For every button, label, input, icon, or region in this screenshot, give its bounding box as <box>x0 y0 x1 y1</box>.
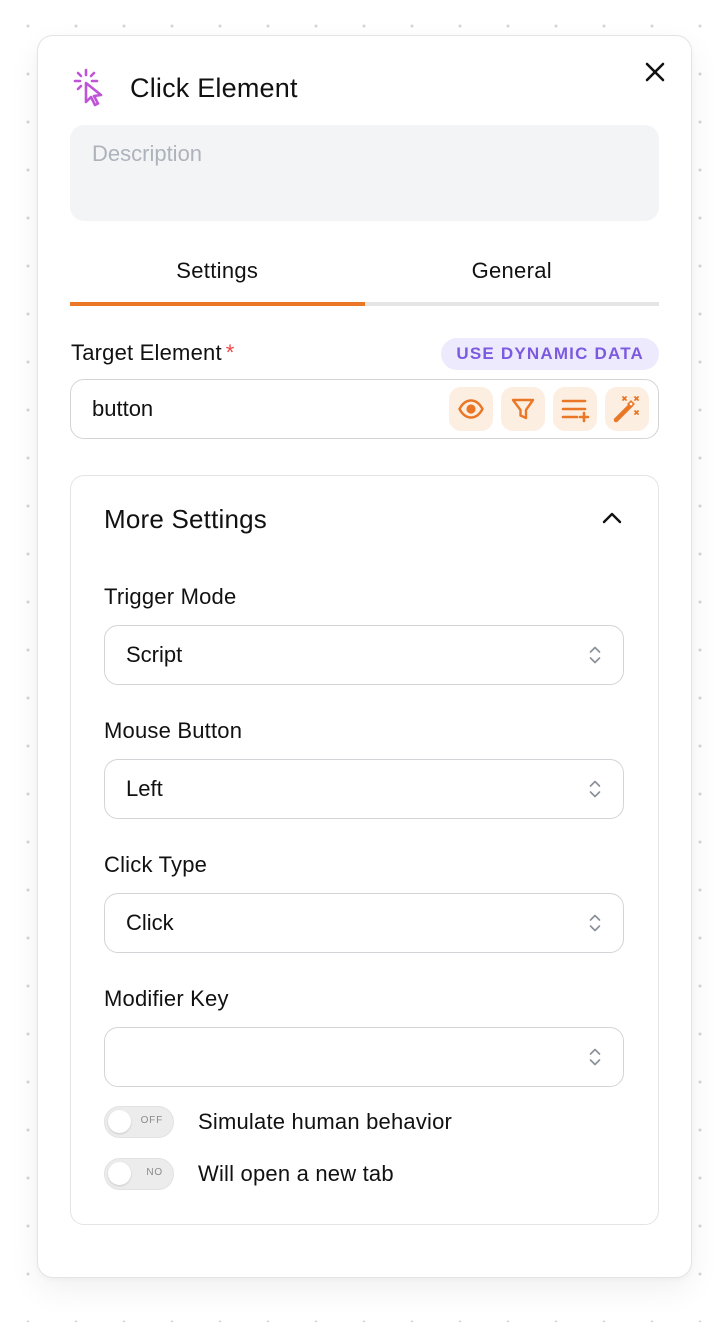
more-settings-title: More Settings <box>104 504 268 534</box>
mouse-button-value: Left <box>126 776 163 801</box>
filter-button[interactable] <box>501 387 545 431</box>
toggle-state-text: NO <box>146 1167 163 1178</box>
collapse-more-settings-button[interactable] <box>600 508 624 528</box>
chevron-up-icon <box>602 512 622 524</box>
magic-pick-button[interactable] <box>605 387 649 431</box>
tab-settings[interactable]: Settings <box>70 246 365 306</box>
modifier-key-label: Modifier Key <box>104 986 229 1011</box>
open-new-tab-label: Will open a new tab <box>198 1161 394 1186</box>
modifier-key-select[interactable] <box>104 1027 624 1087</box>
trigger-mode-select[interactable]: Script <box>104 625 624 685</box>
trigger-mode-value: Script <box>126 642 183 667</box>
toggle-knob <box>108 1162 131 1185</box>
open-new-tab-toggle[interactable]: NO <box>104 1158 174 1190</box>
panel-header: Click Element <box>72 68 298 108</box>
click-type-value: Click <box>126 910 174 935</box>
filter-icon <box>511 398 535 420</box>
simulate-human-toggle[interactable]: OFF <box>104 1106 174 1138</box>
more-settings-section: More Settings Trigger Mode Script Mouse … <box>70 475 659 1225</box>
tab-bar: Settings General <box>70 246 659 306</box>
target-element-field <box>70 379 659 439</box>
click-type-label: Click Type <box>104 852 208 877</box>
target-actions <box>449 387 649 431</box>
open-new-tab-row: NO Will open a new tab <box>104 1158 394 1190</box>
magic-wand-icon <box>613 396 639 423</box>
trigger-mode-label: Trigger Mode <box>104 584 237 609</box>
target-element-input[interactable] <box>71 396 449 422</box>
chevron-up-down-icon <box>589 646 601 664</box>
chevron-up-down-icon <box>589 780 601 798</box>
preview-element-button[interactable] <box>449 387 493 431</box>
close-icon <box>645 62 665 82</box>
panel-title: Click Element <box>130 72 298 103</box>
chevron-up-down-icon <box>589 1048 601 1066</box>
mouse-button-label: Mouse Button <box>104 718 243 743</box>
description-input[interactable] <box>70 125 659 221</box>
toggle-state-text: OFF <box>140 1115 163 1126</box>
target-element-label: Target Element * <box>71 340 235 366</box>
target-element-label-text: Target Element <box>71 340 222 365</box>
eye-icon <box>458 399 484 419</box>
add-to-list-button[interactable] <box>553 387 597 431</box>
mouse-button-select[interactable]: Left <box>104 759 624 819</box>
chevron-up-down-icon <box>589 914 601 932</box>
toggle-knob <box>108 1110 131 1133</box>
click-cursor-icon <box>72 68 106 108</box>
click-element-panel: Click Element Settings General Target El… <box>37 35 692 1278</box>
use-dynamic-data-button[interactable]: USE DYNAMIC DATA <box>441 338 659 370</box>
list-plus-icon <box>561 399 590 423</box>
simulate-human-label: Simulate human behavior <box>198 1109 453 1134</box>
tab-general[interactable]: General <box>364 246 659 306</box>
click-type-select[interactable]: Click <box>104 893 624 953</box>
simulate-human-row: OFF Simulate human behavior <box>104 1106 452 1138</box>
required-mark: * <box>225 340 235 365</box>
close-button[interactable] <box>643 60 667 84</box>
